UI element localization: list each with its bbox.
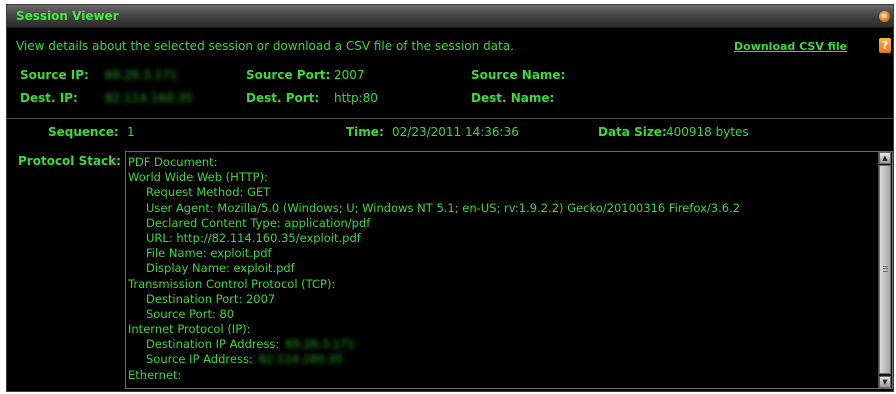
dest-ip-value: 82.114.160.35 xyxy=(105,91,193,105)
scroll-down-icon[interactable]: ▼ xyxy=(879,376,891,388)
protocol-stack-content: PDF Document: World Wide Web (HTTP): Req… xyxy=(128,155,876,388)
stack-line: Destination Port: 2007 xyxy=(146,291,276,306)
stack-line: File Name: exploit.pdf xyxy=(146,246,272,261)
download-csv-link[interactable]: Download CSV file xyxy=(734,40,847,53)
grip-icon xyxy=(883,266,888,272)
sequence-label: Sequence: xyxy=(48,125,119,139)
scroll-up-icon[interactable]: ▲ xyxy=(879,152,891,164)
close-icon[interactable]: ✕ xyxy=(879,11,890,22)
data-size-value: 400918 bytes xyxy=(666,125,749,139)
scroll-thumb[interactable] xyxy=(879,165,891,374)
vertical-scrollbar[interactable]: ▲ ▼ xyxy=(878,152,892,388)
dest-port-label: Dest. Port: xyxy=(246,91,320,105)
session-viewer-window: Session Viewer ✕ ? View details about th… xyxy=(6,4,894,392)
stack-line: Source Port: 80 xyxy=(146,306,235,321)
title-bar: Session Viewer ✕ xyxy=(7,5,893,28)
blurred-source-ip: 82.114.160.35 xyxy=(258,352,343,367)
data-size-label: Data Size: xyxy=(598,125,667,139)
help-icon[interactable]: ? xyxy=(879,38,891,53)
protocol-stack-label: Protocol Stack: xyxy=(18,154,121,168)
description-text: View details about the selected session … xyxy=(16,39,514,53)
blurred-destination-ip: 69.26.3.171 xyxy=(285,337,355,352)
stack-line: Display Name: exploit.pdf xyxy=(146,261,295,276)
source-ip-label: Source IP: xyxy=(20,68,89,82)
dest-ip-label: Dest. IP: xyxy=(20,91,78,105)
time-value: 02/23/2011 14:36:36 xyxy=(392,125,519,139)
source-name-label: Source Name: xyxy=(471,68,566,82)
stack-line: Declared Content Type: application/pdf xyxy=(146,215,371,230)
stack-line-label: Destination IP Address: xyxy=(146,337,280,352)
time-label: Time: xyxy=(346,125,384,139)
stack-line-label: Source IP Address: xyxy=(146,352,253,367)
stack-line: User Agent: Mozilla/5.0 (Windows; U; Win… xyxy=(146,200,741,215)
stack-line: Transmission Control Protocol (TCP): xyxy=(128,276,336,291)
stack-line: Source IP Address: 82.114.160.35 xyxy=(128,352,876,367)
stack-line: World Wide Web (HTTP): xyxy=(128,170,268,185)
dest-port-value: http:80 xyxy=(334,91,378,105)
stack-line: URL: http://82.114.160.35/exploit.pdf xyxy=(146,230,361,245)
stack-line: Destination IP Address: 69.26.3.171 xyxy=(128,337,876,352)
stack-line: Ethernet: xyxy=(128,367,182,382)
sequence-value: 1 xyxy=(127,125,135,139)
dest-name-label: Dest. Name: xyxy=(471,91,555,105)
stack-line: PDF Document: xyxy=(128,155,218,169)
source-port-value: 2007 xyxy=(334,68,365,82)
source-port-label: Source Port: xyxy=(246,68,331,82)
stack-line: Request Method: GET xyxy=(146,185,271,200)
window-title: Session Viewer xyxy=(16,9,119,23)
protocol-stack-box[interactable]: PDF Document: World Wide Web (HTTP): Req… xyxy=(125,151,893,389)
stack-line: Internet Protocol (IP): xyxy=(128,322,251,337)
source-ip-value: 69.26.3.171 xyxy=(105,68,178,82)
section-divider xyxy=(7,118,893,119)
